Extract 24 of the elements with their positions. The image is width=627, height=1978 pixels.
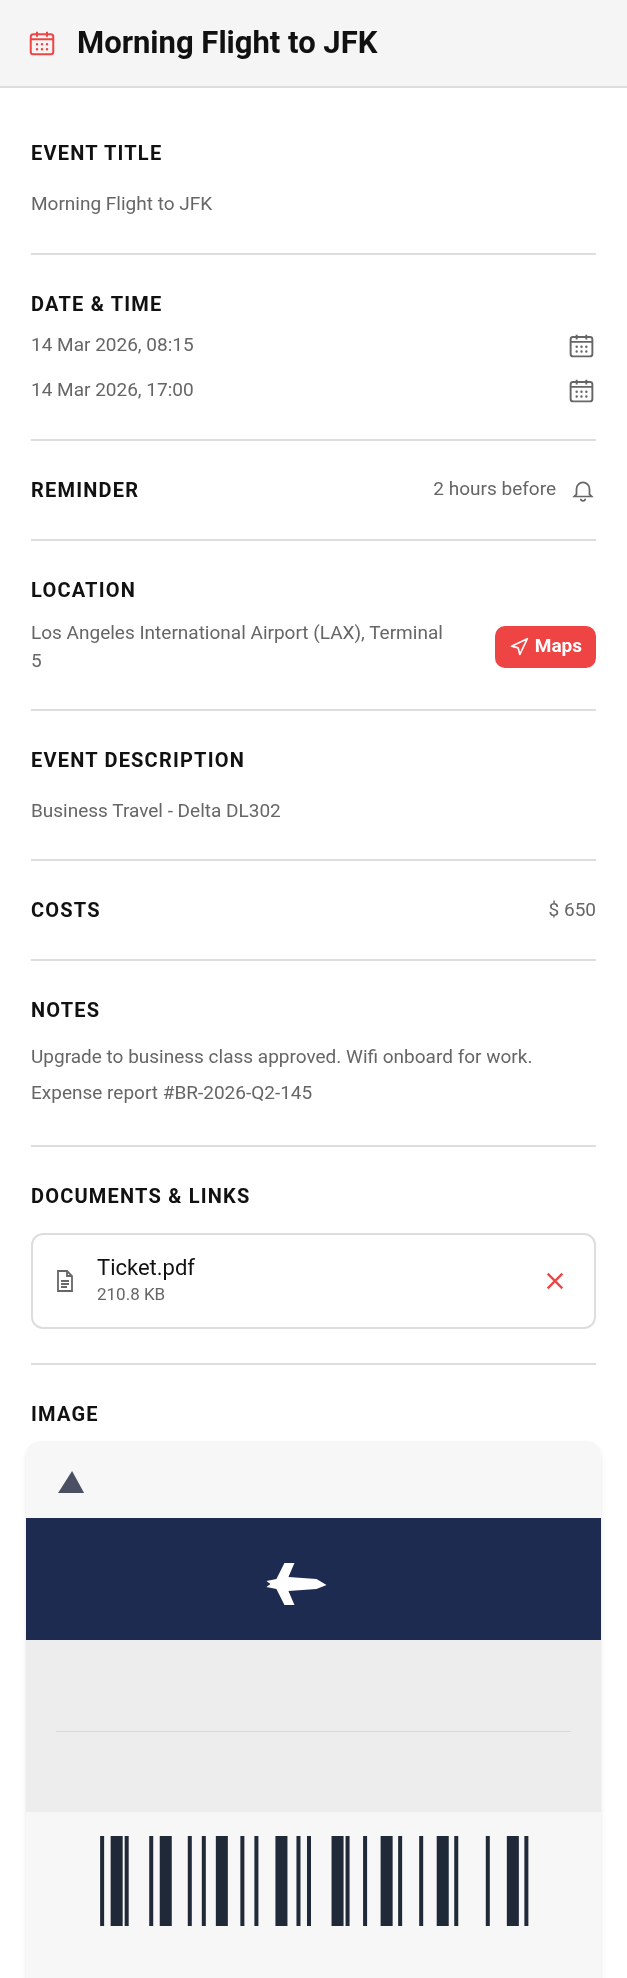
section-label: NOTES <box>31 997 102 1024</box>
close-icon[interactable] <box>544 1270 566 1292</box>
section-label: DATE & TIME <box>31 290 164 318</box>
section-label: REMINDER <box>31 476 140 504</box>
navigation-arrow-icon <box>508 636 529 657</box>
section-label: IMAGE <box>31 1401 100 1428</box>
date-time-value[interactable]: 14 Mar 2026, 17:00 <box>31 375 194 405</box>
section-label: LOCATION <box>31 576 138 604</box>
section-value: Business Travel - Delta DL302 <box>31 797 282 824</box>
document-card[interactable]: Ticket.pdf 210.8 KB <box>31 1233 596 1329</box>
costs-value: $ 650 <box>548 896 596 923</box>
page-title: Morning Flight to JFK <box>77 22 378 63</box>
notes-text: Upgrade to business class approved. Wifi onboard for work. Expense report #BR-2026-Q2-145 <box>31 1044 534 1106</box>
reminder-value[interactable]: 2 hours before <box>433 475 556 504</box>
date-time-value[interactable]: 14 Mar 2026, 08:15 <box>31 330 194 360</box>
section-label: COSTS <box>31 897 101 924</box>
file-name: Ticket.pdf <box>97 1254 196 1283</box>
location-value: Los Angeles International Airport (LAX), Terminal 5 <box>31 619 444 674</box>
section-label: DOCUMENTS & LINKS <box>31 1183 252 1210</box>
file-size: 210.8 KB <box>97 1283 167 1307</box>
section-value: Morning Flight to JFK <box>31 191 214 217</box>
section-label: EVENT TITLE <box>31 140 164 167</box>
section-label: EVENT DESCRIPTION <box>31 746 246 774</box>
maps-button[interactable]: Maps <box>494 625 596 668</box>
